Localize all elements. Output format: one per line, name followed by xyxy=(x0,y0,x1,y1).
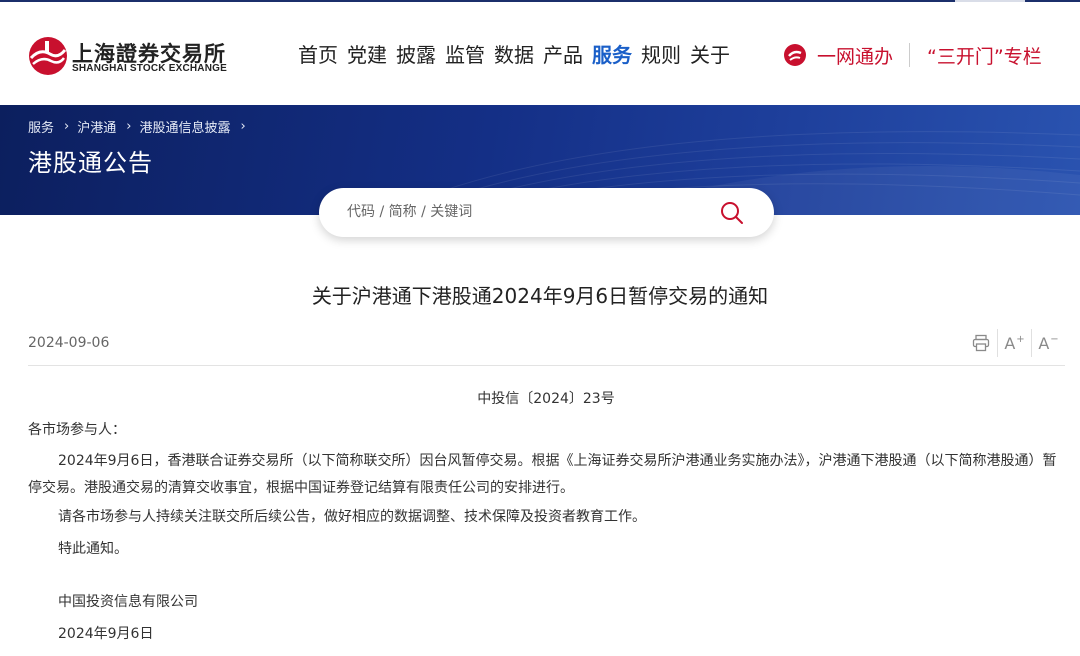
search-input[interactable] xyxy=(347,200,707,224)
three-doors-column-link[interactable]: “三开门”专栏 xyxy=(927,42,1042,69)
logo[interactable]: 上海證券交易所 SHANGHAI STOCK EXCHANGE xyxy=(28,36,228,78)
print-icon xyxy=(972,334,989,352)
font-increase-button[interactable]: A+ xyxy=(998,328,1031,358)
one-web-link[interactable]: 一网通办 xyxy=(783,42,893,69)
breadcrumb-item-disclosure[interactable]: 港股通信息披露 xyxy=(139,117,230,136)
page-title: 港股通公告 xyxy=(28,149,153,177)
breadcrumb-item-shhk[interactable]: 沪港通 xyxy=(77,117,116,136)
nav-item-home[interactable]: 首页 xyxy=(298,42,338,68)
print-button[interactable] xyxy=(964,328,997,358)
nav-item-regulation[interactable]: 监管 xyxy=(445,42,485,68)
search-box xyxy=(319,188,774,237)
chevron-right-icon: › xyxy=(126,119,132,134)
signature: 中国投资信息有限公司 xyxy=(58,594,198,610)
header: 上海證券交易所 SHANGHAI STOCK EXCHANGE 首页 党建 披露… xyxy=(0,2,1080,105)
article-meta: 2024-09-06 A+ A− xyxy=(28,326,1065,366)
quick-links-divider xyxy=(909,43,911,67)
brand-name-en: SHANGHAI STOCK EXCHANGE xyxy=(72,63,227,74)
one-web-icon xyxy=(784,44,806,66)
paragraph-1: 2024年9月6日，香港联合证券交易所（以下简称联交所）因台风暂停交易。根据《上… xyxy=(28,453,1057,496)
nav-item-rules[interactable]: 规则 xyxy=(641,42,681,68)
article-tools: A+ A− xyxy=(964,328,1065,358)
article-date: 2024-09-06 xyxy=(28,335,110,351)
font-decrease-icon: A− xyxy=(1038,333,1059,353)
paragraph-3: 特此通知。 xyxy=(58,541,128,557)
salutation: 各市场参与人： xyxy=(28,422,126,438)
breadcrumb-item-services[interactable]: 服务 xyxy=(28,117,54,136)
nav-item-disclosure[interactable]: 披露 xyxy=(396,42,436,68)
chevron-right-icon: › xyxy=(64,119,70,134)
one-web-label: 一网通办 xyxy=(817,45,894,68)
document-number: 中投信〔2024〕23号 xyxy=(477,391,615,407)
quick-links: 一网通办 “三开门”专栏 xyxy=(783,42,1042,68)
nav-item-about[interactable]: 关于 xyxy=(690,42,730,68)
search-icon[interactable] xyxy=(719,200,745,226)
font-decrease-button[interactable]: A− xyxy=(1032,328,1065,358)
signature-date: 2024年9月6日 xyxy=(58,626,154,642)
sse-emblem-icon xyxy=(29,37,67,75)
article-title: 关于沪港通下港股通2024年9月6日暂停交易的通知 xyxy=(311,284,769,308)
paragraph-2: 请各市场参与人持续关注联交所后续公告，做好相应的数据调整、技术保障及投资者教育工… xyxy=(58,509,646,525)
breadcrumb: 服务 › 沪港通 › 港股通信息披露 › xyxy=(28,117,254,136)
main-nav: 首页 党建 披露 监管 数据 产品 服务 规则 关于 xyxy=(298,42,739,68)
nav-item-products[interactable]: 产品 xyxy=(543,42,583,68)
font-increase-icon: A+ xyxy=(1004,333,1025,353)
nav-item-services[interactable]: 服务 xyxy=(592,42,632,68)
chevron-right-icon: › xyxy=(240,119,246,134)
nav-item-party[interactable]: 党建 xyxy=(347,42,387,68)
nav-item-data[interactable]: 数据 xyxy=(494,42,534,68)
